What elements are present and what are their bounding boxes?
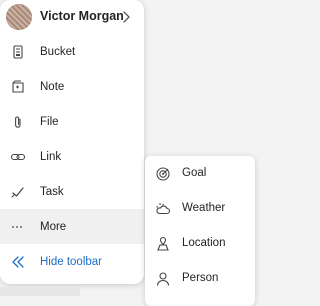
submenu-item-weather[interactable]: Weather: [145, 191, 255, 226]
submenu-item-label: Location: [182, 236, 226, 249]
profile-name: Victor Morgan: [40, 9, 124, 23]
menu-item-label: Hide toolbar: [40, 255, 103, 268]
toolbar-menu: Victor Morgan Bucket Note File Link Task…: [0, 0, 144, 284]
link-icon: [10, 153, 26, 160]
bucket-icon: [13, 44, 23, 59]
menu-item-label: Bucket: [40, 45, 76, 58]
submenu-item-person[interactable]: Person: [145, 261, 255, 296]
double-chevron-left-icon: [12, 255, 24, 268]
person-icon: [156, 271, 170, 286]
submenu-item-location[interactable]: Location: [145, 226, 255, 261]
menu-item-label: Link: [40, 150, 62, 163]
submenu-item-goal[interactable]: Goal: [145, 156, 255, 191]
submenu-item-label: Person: [182, 271, 219, 284]
menu-item-bucket[interactable]: Bucket: [0, 34, 144, 69]
ellipsis-icon: [12, 225, 22, 228]
avatar: [6, 4, 32, 30]
chevron-right-icon[interactable]: [120, 9, 134, 25]
target-icon: [156, 166, 170, 181]
note-icon: [12, 80, 24, 93]
hide-toolbar-button[interactable]: Hide toolbar: [0, 244, 144, 279]
menu-item-more[interactable]: More: [0, 209, 144, 244]
menu-item-label: Task: [40, 185, 64, 198]
menu-item-label: File: [40, 115, 59, 128]
more-submenu: Goal Weather Location Person: [145, 156, 255, 306]
menu-list: Bucket Note File Link Task More Hide too…: [0, 34, 144, 279]
submenu-item-label: Weather: [182, 201, 226, 214]
location-icon: [157, 236, 169, 251]
menu-item-link[interactable]: Link: [0, 139, 144, 174]
paperclip-icon: [15, 116, 21, 128]
profile-header[interactable]: Victor Morgan: [0, 0, 144, 34]
weather-icon: [156, 202, 171, 214]
menu-item-file[interactable]: File: [0, 104, 144, 139]
menu-item-label: Note: [40, 80, 65, 93]
checkmark-icon: [11, 186, 24, 197]
submenu-item-label: Goal: [182, 166, 207, 179]
background-strip: [0, 287, 80, 296]
menu-item-task[interactable]: Task: [0, 174, 144, 209]
menu-item-label: More: [40, 220, 67, 233]
menu-item-note[interactable]: Note: [0, 69, 144, 104]
